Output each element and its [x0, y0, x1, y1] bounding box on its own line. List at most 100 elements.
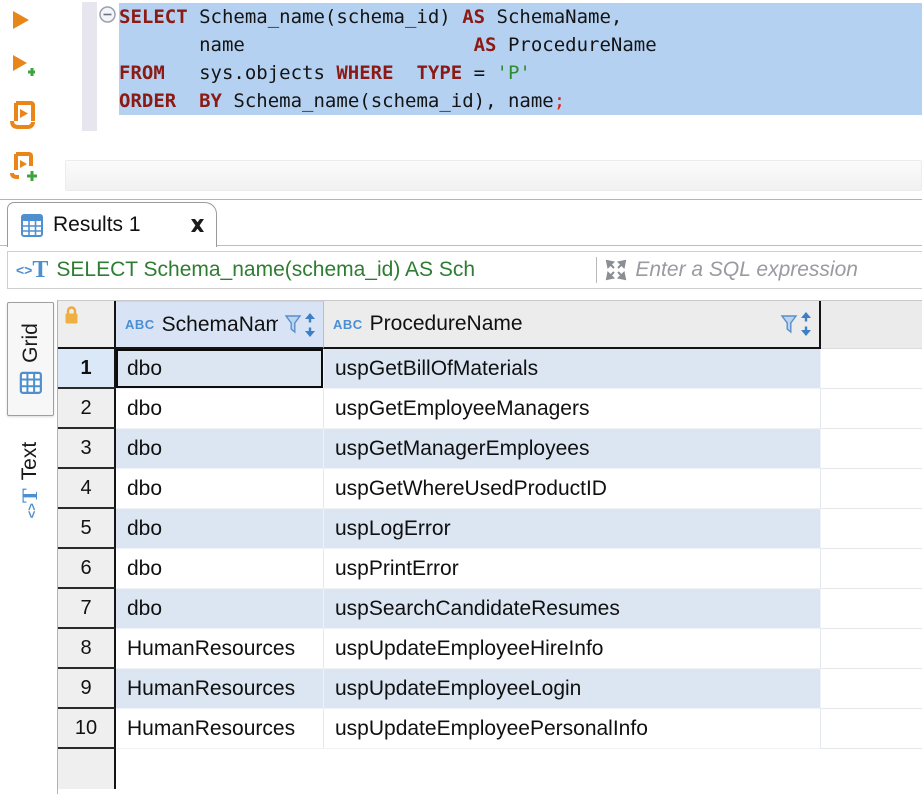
code-segment: TYPE [416, 62, 462, 84]
row-number-cell[interactable]: 2 [58, 389, 116, 429]
cell-procedurename[interactable]: uspUpdateEmployeeLogin [324, 669, 821, 709]
code-segment: Schema_name(schema_id), name [222, 90, 554, 112]
cell-procedurename[interactable]: uspUpdateEmployeePersonalInfo [324, 709, 821, 749]
cell-schemaname[interactable]: dbo [116, 389, 324, 429]
code-segment: 'P' [497, 62, 531, 84]
filter-input-placeholder[interactable]: Enter a SQL expression [635, 258, 916, 282]
cell-schemaname[interactable]: dbo [116, 509, 324, 549]
execute-statement-new-tab-button[interactable] [9, 53, 35, 82]
filter-separator [596, 257, 597, 283]
code-line[interactable]: name AS ProcedureName [119, 31, 922, 59]
cell-procedurename[interactable]: uspPrintError [324, 549, 821, 589]
tab-text-view[interactable]: <>T Text [7, 426, 54, 534]
column-header-schemaname[interactable]: ABC SchemaName [116, 301, 324, 349]
column-header-procedurename[interactable]: ABC ProcedureName [324, 301, 821, 349]
grid-view-icon [19, 371, 43, 395]
grid-tab-label: Grid [19, 323, 43, 363]
execute-statement-button[interactable] [9, 8, 33, 35]
row-filler [821, 349, 922, 389]
code-lines[interactable]: SELECT Schema_name(schema_id) AS SchemaN… [119, 3, 922, 115]
code-line[interactable]: SELECT Schema_name(schema_id) AS SchemaN… [119, 3, 922, 31]
sql-filter-bar[interactable]: <>T SELECT Schema_name(schema_id) AS Sch… [7, 251, 922, 289]
cell-procedurename[interactable]: uspUpdateEmployeeHireInfo [324, 629, 821, 669]
script-icon [9, 100, 37, 130]
code-segment: SchemaName, [485, 6, 622, 28]
tab-label: Results 1 [53, 213, 180, 237]
fold-collapse-icon[interactable] [99, 6, 116, 23]
header-filler [821, 301, 922, 349]
code-segment: = [462, 62, 496, 84]
row-filler [821, 469, 922, 509]
cell-schemaname[interactable]: dbo [116, 349, 324, 389]
code-segment: AS [462, 6, 485, 28]
sort-arrows-icon[interactable] [800, 311, 812, 337]
execute-script-button[interactable] [9, 100, 37, 133]
row-number-cell[interactable]: 3 [58, 429, 116, 469]
cell-schemaname[interactable]: dbo [116, 469, 324, 509]
grid-area: Grid <>T Text [0, 300, 922, 794]
row-number-cell[interactable]: 10 [58, 709, 116, 749]
text-view-icon: <>T [18, 488, 44, 518]
execute-script-new-tab-button[interactable] [9, 151, 39, 186]
column-label: SchemaName [162, 313, 278, 337]
code-line[interactable]: FROM sys.objects WHERE TYPE = 'P' [119, 59, 922, 87]
empty-row-number-cell [58, 749, 116, 789]
table-row: 9HumanResourcesuspUpdateEmployeeLogin [58, 669, 922, 709]
row-filler [821, 669, 922, 709]
grid-corner-cell[interactable] [58, 301, 116, 349]
tab-grid-view[interactable]: Grid [7, 302, 54, 416]
cell-procedurename[interactable]: uspGetBillOfMaterials [324, 349, 821, 389]
row-number-cell[interactable]: 6 [58, 549, 116, 589]
cell-schemaname[interactable]: HumanResources [116, 669, 324, 709]
tab-results-1[interactable]: Results 1 [7, 202, 217, 247]
cell-schemaname[interactable]: dbo [116, 549, 324, 589]
filter-funnel-icon[interactable] [781, 315, 798, 334]
editor-horizontal-scrollbar[interactable] [65, 160, 922, 191]
filter-sql-text[interactable]: SELECT Schema_name(schema_id) AS Sch [56, 258, 588, 282]
row-filler [821, 509, 922, 549]
cell-schemaname[interactable]: HumanResources [116, 629, 324, 669]
text-tab-label: Text [19, 442, 43, 481]
row-filler [821, 709, 922, 749]
cell-schemaname[interactable]: HumanResources [116, 709, 324, 749]
cell-schemaname[interactable]: dbo [116, 589, 324, 629]
code-segment: AS [474, 34, 497, 56]
code-segment [176, 90, 199, 112]
row-number-cell[interactable]: 7 [58, 589, 116, 629]
sql-ide-window: SELECT Schema_name(schema_id) AS SchemaN… [0, 0, 922, 794]
play-plus-icon [9, 53, 35, 79]
presentation-tabs: Grid <>T Text [0, 300, 57, 794]
results-pane: Results 1 <>T SELECT Schema_name(schema_… [0, 199, 922, 794]
cell-procedurename[interactable]: uspGetWhereUsedProductID [324, 469, 821, 509]
close-icon[interactable] [189, 218, 206, 233]
cell-schemaname[interactable]: dbo [116, 429, 324, 469]
row-number-cell[interactable]: 1 [58, 349, 116, 389]
cell-procedurename[interactable]: uspSearchCandidateResumes [324, 589, 821, 629]
table-row: 7dbouspSearchCandidateResumes [58, 589, 922, 629]
expand-filter-icon[interactable] [605, 259, 627, 281]
filter-funnel-icon[interactable] [285, 315, 302, 334]
row-number-cell[interactable]: 9 [58, 669, 116, 709]
sort-arrows-icon[interactable] [304, 312, 316, 338]
lock-icon [62, 305, 81, 325]
sql-editor-pane[interactable]: SELECT Schema_name(schema_id) AS SchemaN… [0, 0, 922, 199]
row-number-cell[interactable]: 8 [58, 629, 116, 669]
code-line[interactable]: ORDER BY Schema_name(schema_id), name; [119, 87, 922, 115]
code-segment: WHERE [336, 62, 393, 84]
cell-procedurename[interactable]: uspGetManagerEmployees [324, 429, 821, 469]
table-row: 8HumanResourcesuspUpdateEmployeeHireInfo [58, 629, 922, 669]
cell-procedurename[interactable]: uspLogError [324, 509, 821, 549]
table-row: 3dbouspGetManagerEmployees [58, 429, 922, 469]
row-number-cell[interactable]: 4 [58, 469, 116, 509]
code-segment: name [119, 34, 474, 56]
grid-table-icon [20, 213, 44, 238]
code-segment: SELECT [119, 6, 188, 28]
row-number-cell[interactable]: 5 [58, 509, 116, 549]
grid-body: 1dbouspGetBillOfMaterials2dbouspGetEmplo… [58, 349, 922, 749]
row-filler [821, 589, 922, 629]
sql-expression-icon: <>T [16, 257, 48, 284]
code-segment: ; [554, 90, 565, 112]
play-icon [9, 8, 33, 32]
cell-procedurename[interactable]: uspGetEmployeeManagers [324, 389, 821, 429]
code-segment: ProcedureName [497, 34, 657, 56]
